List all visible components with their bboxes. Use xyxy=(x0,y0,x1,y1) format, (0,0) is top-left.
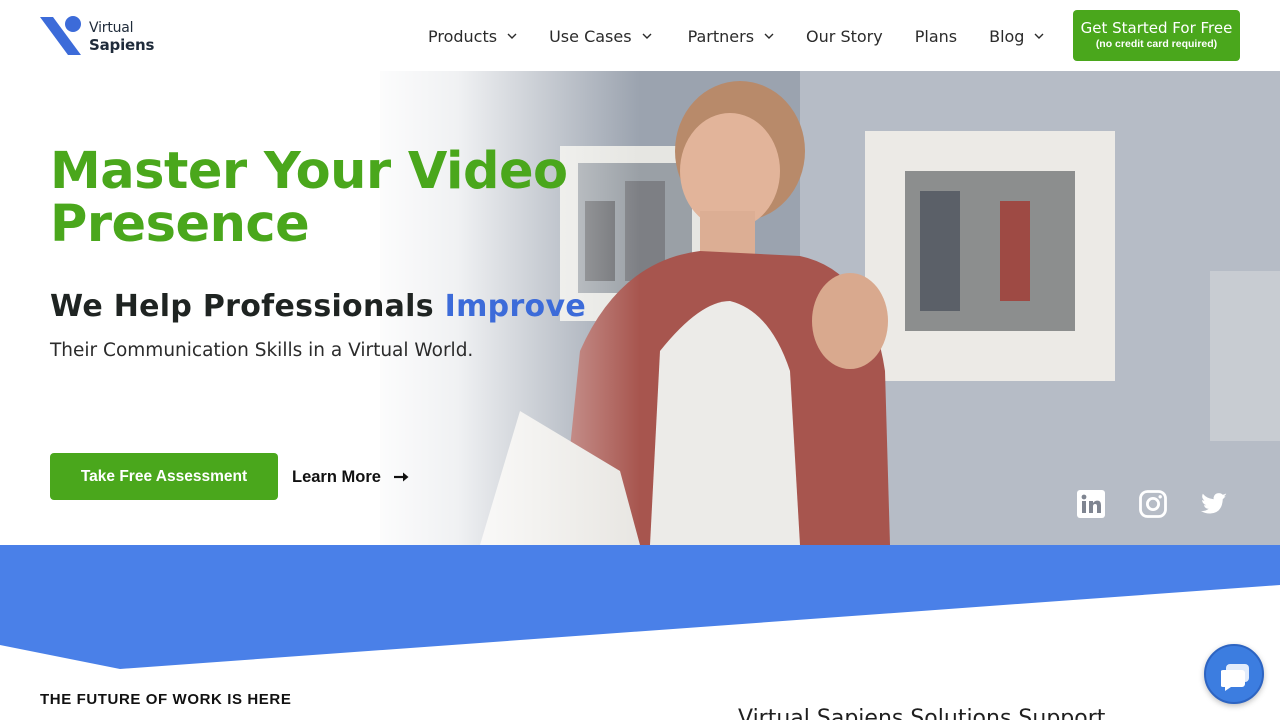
nav-item-our-story[interactable]: Our Story xyxy=(806,24,883,48)
nav-item-label: Plans xyxy=(914,26,958,46)
arrow-right-icon xyxy=(393,472,409,482)
logo-line-1: Virtual xyxy=(89,20,134,36)
nav-item-use-cases[interactable]: Use Cases xyxy=(549,24,652,48)
get-started-label: Get Started For Free xyxy=(1080,19,1233,37)
hero-subtitle-accent: Improve xyxy=(444,289,586,324)
learn-more-label: Learn More xyxy=(292,467,381,486)
linkedin-icon[interactable] xyxy=(1076,489,1106,519)
twitter-icon[interactable] xyxy=(1199,489,1229,519)
logo-line-2: Sapiens xyxy=(89,36,155,54)
section-heading: Virtual Sapiens Solutions Support xyxy=(738,706,1106,720)
chevron-down-icon xyxy=(642,33,652,39)
chevron-down-icon xyxy=(507,33,517,39)
hero-title: Master Your Video Presence xyxy=(50,145,610,251)
nav-item-plans[interactable]: Plans xyxy=(915,24,957,48)
section-label: THE FUTURE OF WORK IS HERE xyxy=(40,691,292,708)
hero-title-line-1: Master Your Video xyxy=(50,142,568,201)
logo[interactable]: Virtual Sapiens xyxy=(40,15,160,57)
chat-widget-button[interactable] xyxy=(1204,644,1264,704)
hero-title-line-2: Presence xyxy=(50,195,310,254)
logo-wordmark: Virtual Sapiens xyxy=(89,20,154,54)
chevron-down-icon xyxy=(1034,33,1044,39)
hero-subtitle: We Help Professionals Improve xyxy=(50,287,586,327)
nav-item-blog[interactable]: Blog xyxy=(989,24,1044,48)
nav-item-label: Blog xyxy=(989,26,1025,46)
logo-mark-icon xyxy=(40,16,81,55)
get-started-button[interactable]: Get Started For Free (no credit card req… xyxy=(1073,10,1240,61)
hero-section: Master Your Video Presence We Help Profe… xyxy=(0,71,1280,545)
nav-item-products[interactable]: Products xyxy=(428,24,517,48)
chat-icon xyxy=(1221,664,1249,691)
nav-item-label: Partners xyxy=(687,26,755,46)
nav-item-label: Products xyxy=(428,26,498,46)
hero-subtitle-prefix: We Help Professionals xyxy=(50,289,445,324)
nav-item-label: Our Story xyxy=(806,26,883,46)
site-header: Virtual Sapiens Products Use Cases Partn… xyxy=(0,0,1280,71)
learn-more-link[interactable]: Learn More xyxy=(292,465,409,489)
hero-description: Their Communication Skills in a Virtual … xyxy=(50,340,474,361)
nav-item-label: Use Cases xyxy=(549,26,632,46)
instagram-icon[interactable] xyxy=(1138,489,1168,519)
chevron-down-icon xyxy=(764,33,774,39)
nav-item-partners[interactable]: Partners xyxy=(688,24,774,48)
get-started-sublabel: (no credit card required) xyxy=(1095,38,1218,50)
main-nav: Products Use Cases Partners Our Story Pl… xyxy=(428,24,1044,48)
take-free-assessment-button[interactable]: Take Free Assessment xyxy=(50,453,278,500)
decorative-blue-band xyxy=(0,545,1280,669)
